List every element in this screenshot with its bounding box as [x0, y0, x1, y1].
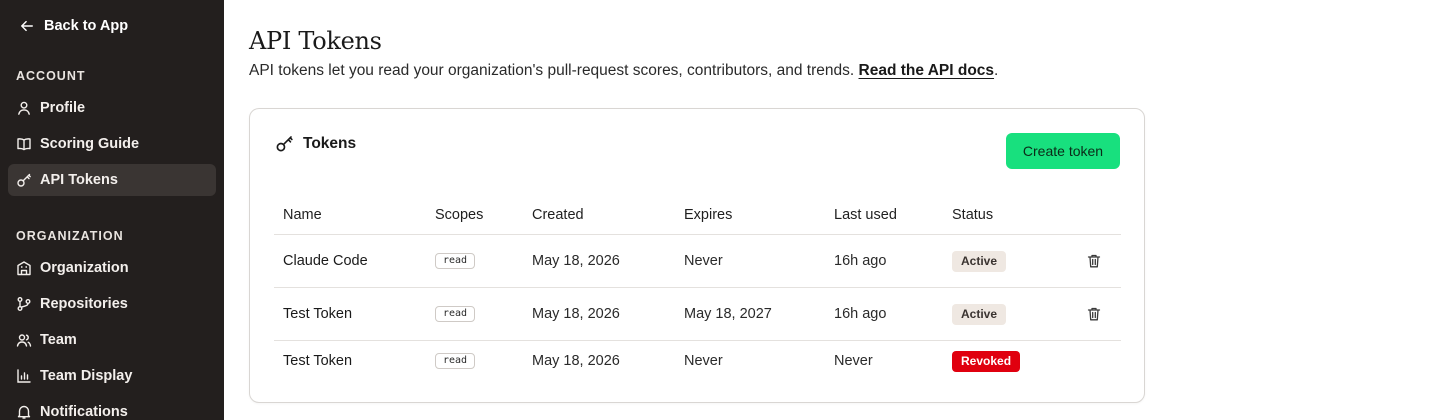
sidebar-item-label: Organization [40, 260, 129, 276]
scope-chip: read [435, 253, 476, 269]
back-to-app-label: Back to App [44, 18, 129, 34]
create-token-button[interactable]: Create token [1006, 133, 1120, 169]
table-row: Test Token read May 18, 2026 May 18, 202… [274, 288, 1121, 341]
status-badge: Active [952, 250, 1007, 272]
scope-chip: read [435, 306, 476, 322]
table-row: Test Token read May 18, 2026 Never Never… [274, 341, 1121, 381]
token-name: Test Token [283, 306, 353, 322]
users-icon [16, 334, 32, 347]
trash-icon[interactable] [1086, 306, 1102, 322]
sidebar-item-label: Team Display [40, 368, 133, 384]
token-last-used: Never [834, 353, 873, 369]
column-header-status: Status [952, 207, 994, 223]
delete-token-button[interactable] [1086, 235, 1102, 287]
token-name: Test Token [283, 353, 353, 369]
column-header-created: Created [532, 207, 584, 223]
section-label-account: ACCOUNT [16, 69, 86, 83]
token-expires: Never [684, 253, 723, 269]
column-header-name: Name [283, 207, 322, 223]
key-icon [17, 173, 31, 187]
key-icon [276, 136, 293, 152]
git-branch-icon [17, 297, 31, 311]
sidebar-item-label: Repositories [40, 296, 128, 312]
tokens-card-title: Tokens [303, 134, 357, 152]
section-label-organization: ORGANIZATION [16, 229, 124, 243]
column-header-expires: Expires [684, 207, 733, 223]
token-last-used: 16h ago [834, 253, 887, 269]
scope-chip: read [435, 353, 476, 369]
column-header-last-used: Last used [834, 207, 897, 223]
sidebar: Back to App ACCOUNT Profile Scoring Guid… [0, 0, 224, 420]
token-created: May 18, 2026 [532, 253, 620, 269]
trash-icon[interactable] [1086, 253, 1102, 269]
token-scope: read [435, 288, 476, 340]
arrow-left-icon [21, 20, 33, 32]
token-expires: May 18, 2027 [684, 306, 772, 322]
sidebar-item-label: Profile [40, 100, 86, 116]
back-to-app-link[interactable]: Back to App [20, 17, 128, 35]
sidebar-item-label: Notifications [40, 404, 128, 420]
token-scope: read [435, 235, 476, 287]
sidebar-item-repositories[interactable]: Repositories [8, 288, 216, 320]
api-docs-link[interactable]: Read the API docs [859, 62, 995, 79]
description-end: . [994, 62, 999, 79]
column-header-scopes: Scopes [435, 207, 484, 223]
sidebar-item-notifications[interactable]: Notifications [8, 396, 216, 420]
token-last-used: 16h ago [834, 306, 887, 322]
token-expires: Never [684, 353, 723, 369]
status-badge: Active [952, 303, 1007, 325]
page-title: API Tokens [249, 27, 382, 55]
table-header-row: Name Scopes Created Expires Last used St… [274, 197, 1121, 235]
sidebar-item-team[interactable]: Team [8, 324, 216, 356]
building-icon [17, 261, 31, 276]
user-icon [18, 101, 30, 115]
tokens-card-header: Tokens [275, 134, 356, 153]
token-created: May 18, 2026 [532, 353, 620, 369]
sidebar-item-label: API Tokens [40, 172, 118, 188]
token-created: May 18, 2026 [532, 306, 620, 322]
sidebar-item-api-tokens[interactable]: API Tokens [8, 164, 216, 196]
sidebar-item-organization[interactable]: Organization [8, 252, 216, 284]
table-row: Claude Code read May 18, 2026 Never 16h … [274, 235, 1121, 288]
token-status: Active [952, 288, 1007, 340]
token-status: Revoked [952, 341, 1021, 381]
description-text: API tokens let you read your organizatio… [249, 62, 855, 79]
delete-token-button[interactable] [1086, 288, 1102, 340]
page-description: API tokens let you read your organizatio… [249, 62, 998, 80]
sidebar-item-profile[interactable]: Profile [8, 92, 216, 124]
sidebar-item-team-display[interactable]: Team Display [8, 360, 216, 392]
sidebar-item-scoring-guide[interactable]: Scoring Guide [8, 128, 216, 160]
token-status: Active [952, 235, 1007, 287]
tokens-card: Tokens Create token Name Scopes Created … [249, 108, 1145, 403]
book-icon [17, 138, 31, 151]
tokens-table: Name Scopes Created Expires Last used St… [274, 197, 1121, 381]
token-scope: read [435, 341, 476, 381]
sidebar-item-label: Team [40, 332, 77, 348]
bell-icon [17, 405, 31, 419]
sidebar-item-label: Scoring Guide [40, 136, 140, 152]
status-badge: Revoked [952, 350, 1021, 372]
bar-chart-icon [17, 369, 31, 383]
token-name: Claude Code [283, 253, 368, 269]
